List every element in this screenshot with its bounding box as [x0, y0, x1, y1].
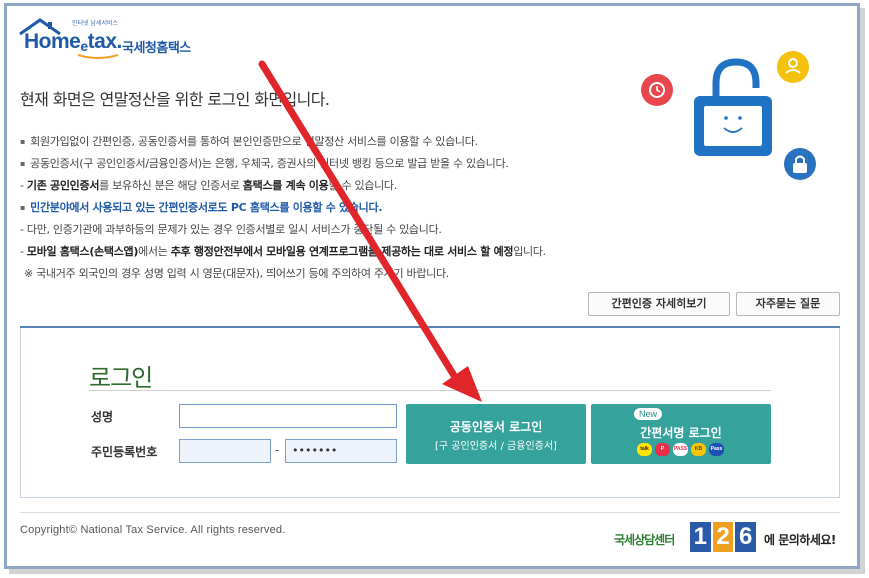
call-center-number: 1 2 6	[690, 522, 757, 552]
page-heading: 현재 화면은 연말정산을 위한 로그인 화면입니다.	[20, 90, 330, 109]
logo-korean-name: 국세청홈택스	[122, 41, 191, 56]
kakao-icon: talk	[637, 443, 652, 456]
notice-item-highlight: 민간분야에서 사용되고 있는 간편인증서로도 PC 홈택스를 이용할 수 있습니…	[20, 197, 640, 219]
security-illustration	[641, 51, 816, 180]
easy-auth-detail-button[interactable]: 간편인증 자세히보기	[588, 292, 730, 316]
window-shadow-bottom	[9, 569, 865, 574]
login-title-underline	[89, 390, 771, 391]
name-input[interactable]	[179, 404, 397, 428]
payco-icon: P	[655, 443, 670, 456]
notice-footnote: ※ 국내거주 외국인의 경우 성명 입력 시 영문(대문자), 띄어쓰기 등에 …	[24, 267, 449, 280]
samsungpass-icon: Pass	[709, 443, 724, 456]
notice-item: 공동인증서(구 공인인증서/금융인증서)는 은행, 우체국, 증권사의 인터넷 …	[20, 153, 640, 175]
logo-tagline: 인터넷 납세서비스	[72, 20, 119, 27]
call-center-digit: 2	[712, 522, 734, 552]
notice-item: 회원가입없이 간편인증, 공동인증서를 통하여 본인인증만으로 연말정산 서비스…	[20, 131, 640, 153]
joint-certificate-login-button[interactable]: 공동인증서 로그인 [구 공인인증서 / 금융인증서]	[406, 404, 586, 464]
kb-icon: KB	[691, 443, 706, 456]
copyright-text: Copyright© National Tax Service. All rig…	[20, 524, 286, 536]
footer-divider	[20, 512, 840, 513]
logo-swoosh-icon	[78, 54, 118, 59]
rrn-back-input[interactable]: •••••••	[285, 439, 397, 463]
simple-login-title: 간편서명 로그인	[640, 426, 722, 440]
simple-signature-login-button[interactable]: New 간편서명 로그인 talk P PASS KB Pass	[591, 404, 771, 464]
notice-list: 회원가입없이 간편인증, 공동인증서를 통하여 본인인증만으로 연말정산 서비스…	[20, 131, 640, 285]
notice-subitem: 기존 공인인증서를 보유하신 분은 해당 인증서로 홈택스를 계속 이용할 수 …	[20, 175, 640, 197]
hometax-logo[interactable]: 인터넷 납세서비스 Homeetax. 국세청홈택스	[18, 18, 208, 59]
window-shadow-right	[860, 8, 865, 571]
auth-app-icons: talk P PASS KB Pass	[637, 443, 724, 457]
new-badge: New	[634, 408, 663, 420]
call-center-label: 국세상담센터	[614, 533, 675, 547]
logo-wordmark: Homeetax.	[24, 30, 122, 54]
pass-icon: PASS	[673, 443, 688, 456]
faq-button[interactable]: 자주묻는 질문	[736, 292, 840, 316]
login-title: 로그인	[89, 364, 153, 392]
cert-login-title: 공동인증서 로그인	[449, 420, 543, 434]
cert-login-subtitle: [구 공인인증서 / 금융인증서]	[435, 441, 557, 452]
rrn-separator: -	[275, 443, 280, 457]
rrn-label: 주민등록번호	[91, 445, 158, 459]
name-label: 성명	[91, 410, 114, 424]
notice-subitem: 모바일 홈택스(손택스앱)에서는 추후 행정안전부에서 모바일용 연계프로그램을…	[20, 241, 640, 263]
notice-subitem: 다만, 인증기관에 과부하등의 문제가 있는 경우 인증서별로 일시 서비스가 …	[20, 219, 640, 241]
rrn-front-input[interactable]	[179, 439, 271, 463]
login-panel: 로그인 성명 주민등록번호 - ••••••• 공동인증서 로그인 [구 공인인…	[20, 328, 840, 498]
call-center-tail: 에 문의하세요!	[764, 533, 836, 547]
call-center-digit: 6	[735, 522, 757, 552]
call-center-digit: 1	[690, 522, 711, 552]
